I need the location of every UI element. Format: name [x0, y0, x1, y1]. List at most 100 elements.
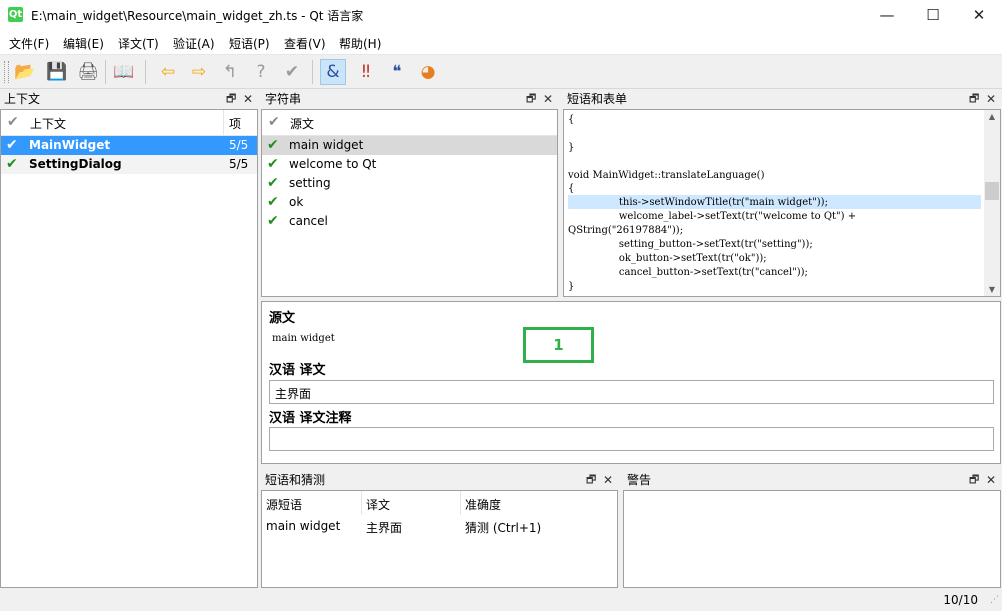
- code-line: void MainWidget::translateLanguage(): [568, 170, 765, 181]
- context-list-header: ✔ 上下文 项: [1, 110, 257, 136]
- code-line: }: [568, 281, 575, 292]
- close-icon[interactable]: ✕: [986, 90, 996, 108]
- menu-translation[interactable]: 译文(T): [118, 35, 159, 52]
- placemarker-check-icon[interactable]: ◕: [415, 59, 441, 85]
- warnings-list: [623, 490, 1001, 588]
- translation-editor: 源文 main widget 1 汉语 译文 主界面 汉语 译文注释: [261, 301, 1001, 464]
- minimize-button[interactable]: —: [864, 0, 910, 30]
- float-icon[interactable]: 🗗: [586, 471, 596, 489]
- annotation-marker: 1: [523, 327, 594, 363]
- progress-status: 10/10: [943, 593, 978, 607]
- prev-unfinished-icon[interactable]: ↰: [217, 59, 243, 85]
- toolbar: 📂 💾 🖨 📖 ⇦ ⇨ ↰ ? ✔ & ‼ ❝ ◕: [0, 55, 1002, 89]
- string-row[interactable]: ✔ welcome to Qt: [262, 155, 557, 174]
- translator-comment-field[interactable]: [269, 427, 994, 451]
- strings-panel-title: 字符串: [265, 92, 302, 106]
- resize-grip-icon[interactable]: ⋰: [990, 595, 999, 605]
- close-icon[interactable]: ✕: [543, 90, 553, 108]
- context-column-header[interactable]: 上下文: [30, 115, 66, 132]
- close-icon[interactable]: ✕: [603, 471, 613, 489]
- next-unfinished-icon[interactable]: ?: [248, 59, 274, 85]
- float-icon[interactable]: 🗗: [969, 90, 979, 108]
- punctuation-check-icon[interactable]: ‼: [353, 59, 379, 85]
- menu-phrases[interactable]: 短语(P): [229, 35, 270, 52]
- accelerator-check-icon[interactable]: &: [320, 59, 346, 85]
- close-icon[interactable]: ✕: [243, 90, 253, 108]
- items-column-header[interactable]: 项: [229, 115, 241, 132]
- float-icon[interactable]: 🗗: [226, 90, 236, 108]
- string-text: cancel: [289, 214, 328, 228]
- next-icon[interactable]: ⇨: [186, 59, 212, 85]
- definition-column-header[interactable]: 准确度: [465, 496, 501, 513]
- phrase-check-icon[interactable]: ❝: [384, 59, 410, 85]
- context-row-mainwidget[interactable]: ✔ MainWidget 5/5: [1, 136, 257, 155]
- translation-field[interactable]: 主界面: [269, 380, 994, 404]
- scroll-up-icon[interactable]: ▲: [984, 112, 1000, 121]
- sources-panel-title: 短语和表单: [567, 92, 628, 106]
- phrases-panel-title: 短语和猜测: [265, 473, 326, 487]
- float-icon[interactable]: 🗗: [969, 471, 979, 489]
- source-text-label: 源文: [269, 311, 296, 326]
- done-check-icon: ✔: [6, 137, 18, 153]
- float-icon[interactable]: 🗗: [526, 90, 536, 108]
- string-text: welcome to Qt: [289, 157, 377, 171]
- save-icon[interactable]: 💾: [44, 59, 70, 85]
- close-window-button[interactable]: ✕: [956, 0, 1002, 30]
- menu-view[interactable]: 查看(V): [284, 35, 326, 52]
- scroll-thumb[interactable]: [985, 182, 999, 200]
- context-count: 5/5: [229, 138, 249, 152]
- menu-help[interactable]: 帮助(H): [339, 35, 381, 52]
- code-line: cancel_button->setText(tr("cancel"));: [568, 267, 808, 278]
- string-text: ok: [289, 195, 304, 209]
- toolbar-grip[interactable]: [4, 61, 9, 83]
- maximize-button[interactable]: ☐: [910, 0, 956, 30]
- toolbar-separator: [145, 60, 146, 84]
- code-line: }: [568, 142, 575, 153]
- code-line: {: [568, 183, 575, 194]
- source-phrase-column-header[interactable]: 源短语: [266, 496, 302, 513]
- toolbar-separator: [105, 60, 106, 84]
- open-icon[interactable]: 📂: [12, 59, 38, 85]
- phrases-list-header: 源短语 译文 准确度: [262, 491, 617, 515]
- menu-bar: 文件(F) 编辑(E) 译文(T) 验证(A) 短语(P) 查看(V) 帮助(H…: [0, 30, 1002, 55]
- menu-edit[interactable]: 编辑(E): [63, 35, 104, 52]
- scroll-down-icon[interactable]: ▼: [984, 285, 1000, 294]
- done-check-icon: ✔: [267, 194, 279, 210]
- strings-panel-header: 字符串 🗗 ✕: [261, 90, 558, 108]
- phrasebook-icon[interactable]: 📖: [111, 59, 137, 85]
- context-panel-title: 上下文: [4, 92, 41, 106]
- done-check-icon: ✔: [267, 137, 279, 153]
- translation-column-header[interactable]: 译文: [366, 496, 390, 513]
- translator-comment-label: 汉语 译文注释: [269, 411, 352, 426]
- vertical-scrollbar[interactable]: ▲ ▼: [984, 110, 1000, 296]
- code-line: this->setWindowTitle(tr("main widget"));: [568, 197, 828, 208]
- menu-validation[interactable]: 验证(A): [173, 35, 215, 52]
- prev-icon[interactable]: ⇦: [155, 59, 181, 85]
- string-row[interactable]: ✔ setting: [262, 174, 557, 193]
- translation-value: 主界面: [275, 387, 312, 401]
- phrase-row[interactable]: main widget 主界面 猜测 (Ctrl+1): [262, 517, 617, 536]
- translation-label: 汉语 译文: [269, 363, 326, 378]
- done-check-icon: ✔: [267, 156, 279, 172]
- phrases-list: 源短语 译文 准确度 main widget 主界面 猜测 (Ctrl+1): [261, 490, 618, 588]
- done-and-next-icon[interactable]: ✔: [279, 59, 305, 85]
- source-column-header[interactable]: 源文: [290, 115, 314, 132]
- code-line: setting_button->setText(tr("setting"));: [568, 239, 813, 250]
- menu-file[interactable]: 文件(F): [9, 35, 49, 52]
- string-row[interactable]: ✔ cancel: [262, 212, 557, 231]
- string-row[interactable]: ✔ ok: [262, 193, 557, 212]
- strings-list: ✔ 源文 ✔ main widget ✔ welcome to Qt ✔ set…: [261, 109, 558, 297]
- code-line: QString("26197884"));: [568, 225, 684, 236]
- title-bar: Qt E:\main_widget\Resource\main_widget_z…: [0, 0, 1002, 30]
- print-icon[interactable]: 🖨: [75, 59, 101, 85]
- phrase-source: main widget: [266, 519, 341, 533]
- check-header-icon: ✔: [7, 114, 19, 130]
- source-code-view[interactable]: { } void MainWidget::translateLanguage()…: [563, 109, 1001, 297]
- sources-panel-header: 短语和表单 🗗 ✕: [563, 90, 1002, 108]
- warnings-panel-title: 警告: [627, 473, 652, 487]
- close-icon[interactable]: ✕: [986, 471, 996, 489]
- context-row-settingdialog[interactable]: ✔ SettingDialog 5/5: [1, 155, 257, 174]
- done-check-icon: ✔: [267, 213, 279, 229]
- string-row[interactable]: ✔ main widget: [262, 136, 557, 155]
- code-line: {: [568, 114, 575, 125]
